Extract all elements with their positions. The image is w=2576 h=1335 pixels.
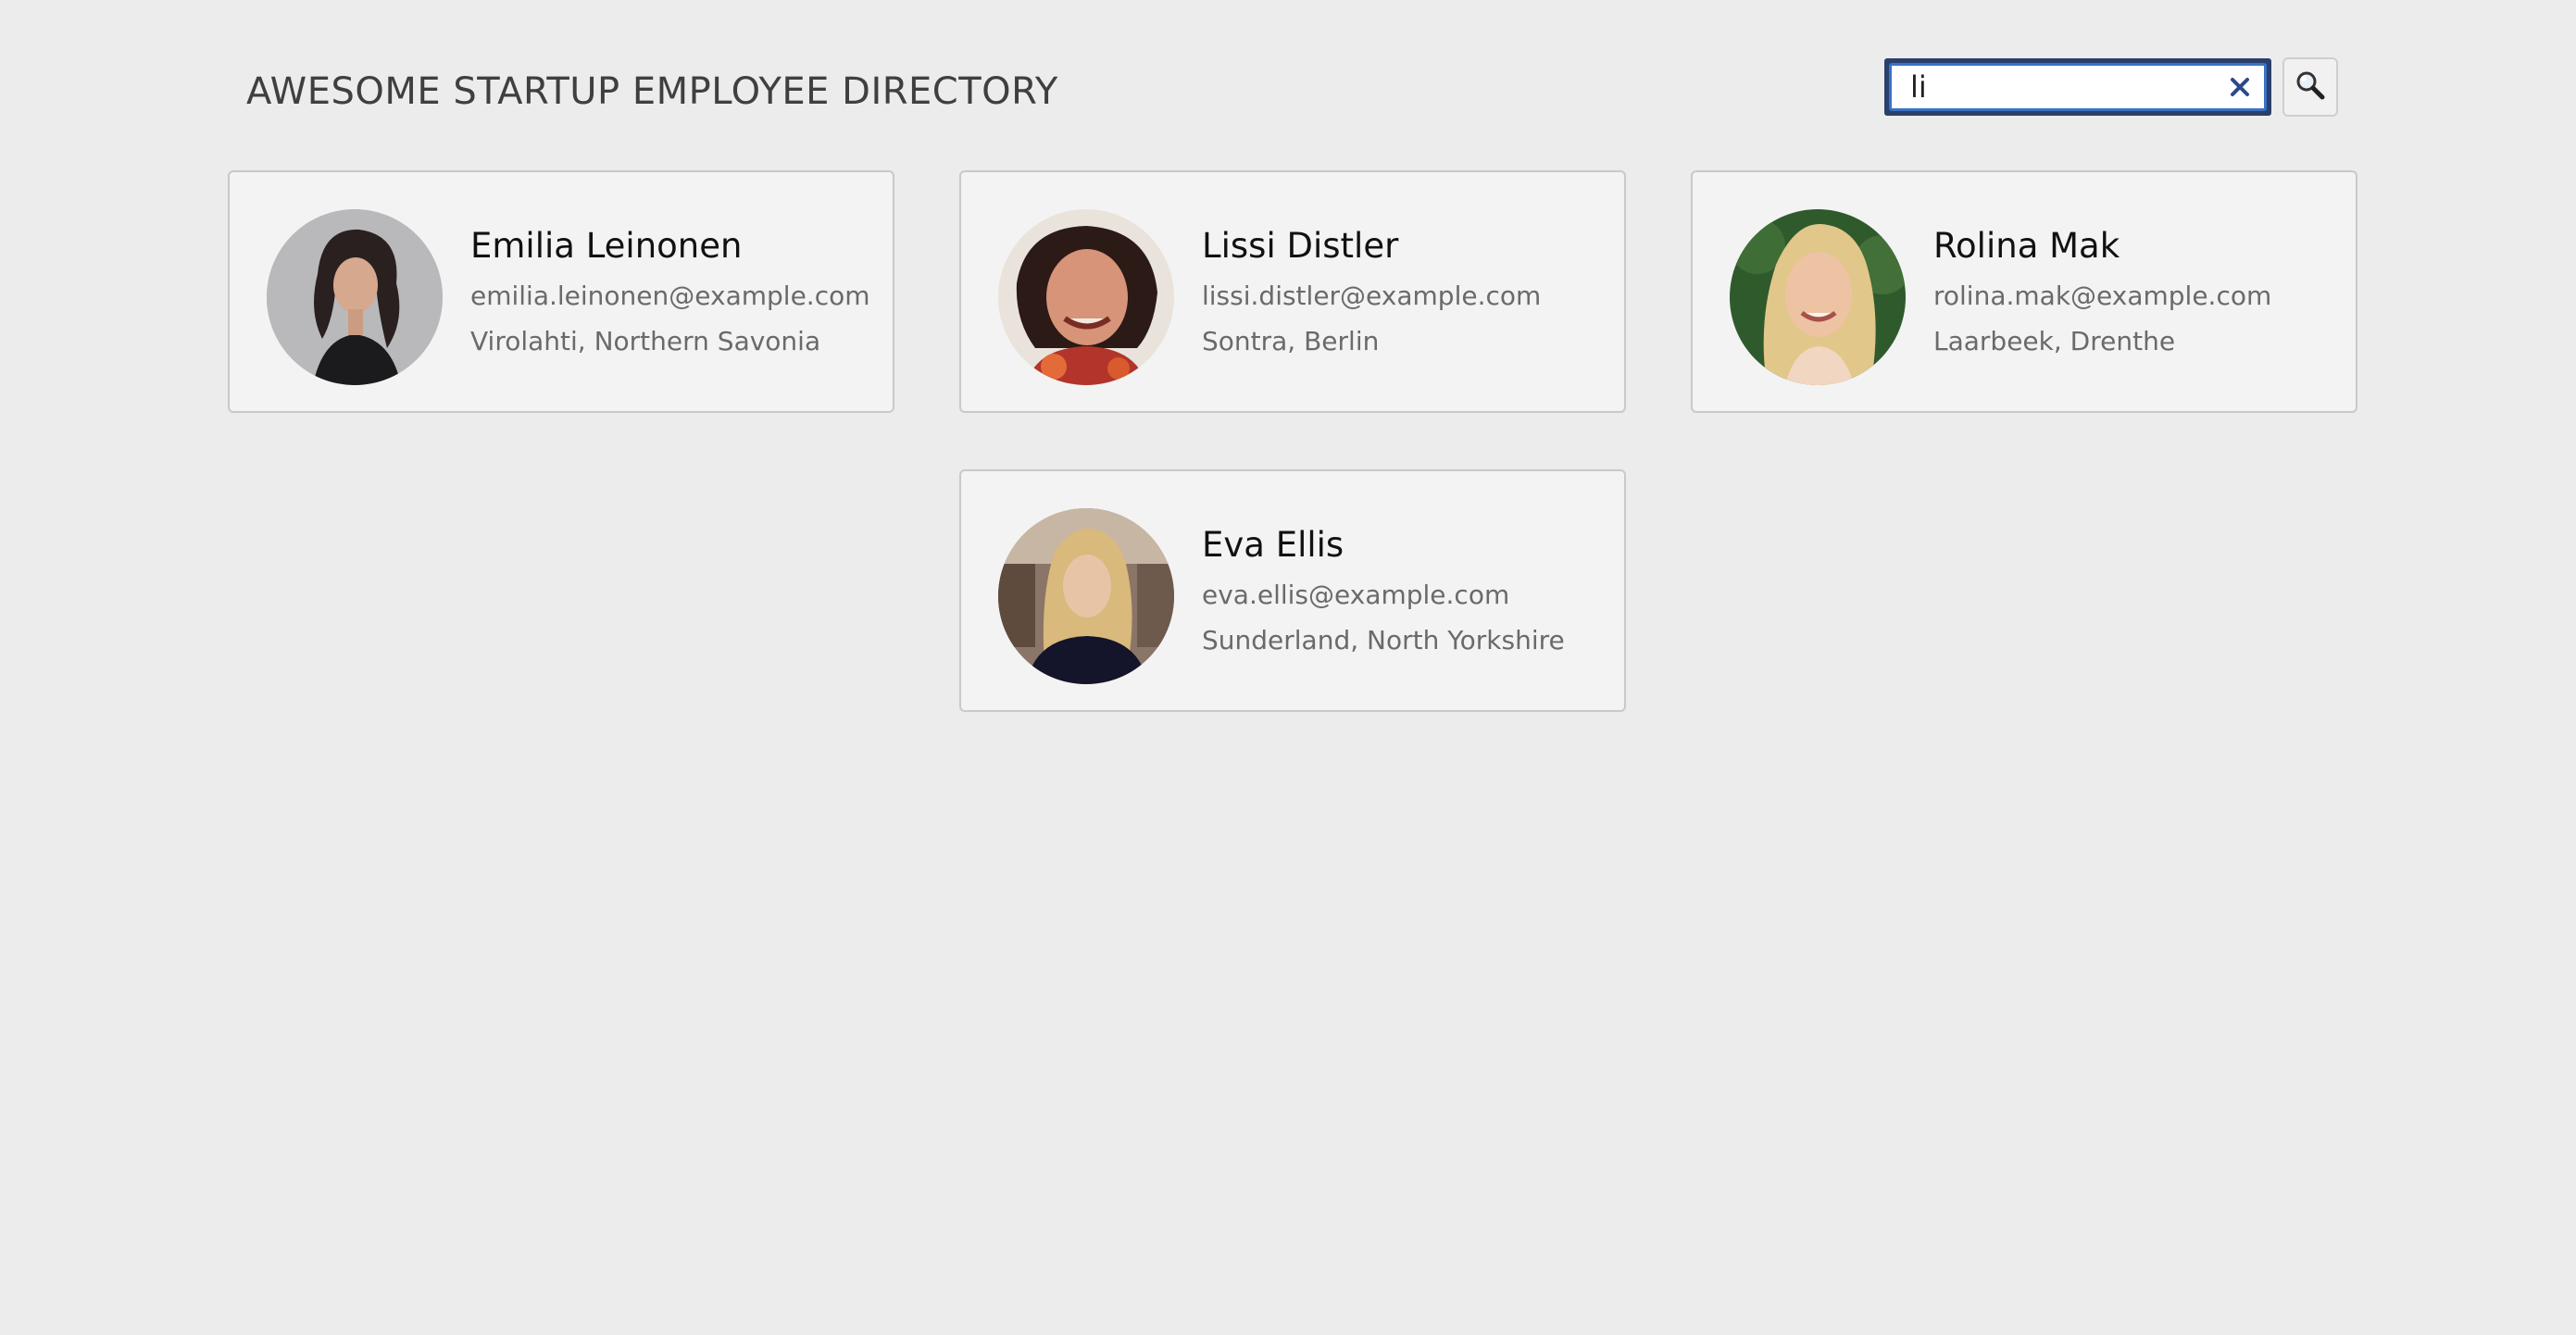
employee-info: Lissi Distler lissi.distler@example.com … xyxy=(1202,226,1615,371)
employee-location: Sunderland, North Yorkshire xyxy=(1202,625,1565,655)
employee-name: Eva Ellis xyxy=(1202,525,1344,565)
search-field xyxy=(1889,63,2267,111)
avatar xyxy=(998,209,1174,385)
employee-email: eva.ellis@example.com xyxy=(1202,580,1510,610)
close-icon[interactable] xyxy=(2216,66,2264,108)
employee-card[interactable]: Emilia Leinonen emilia.leinonen@example.… xyxy=(228,170,894,413)
employee-email: lissi.distler@example.com xyxy=(1202,281,1542,311)
employee-card[interactable]: Lissi Distler lissi.distler@example.com … xyxy=(959,170,1626,413)
employee-name: Lissi Distler xyxy=(1202,226,1399,266)
search-button[interactable] xyxy=(2282,57,2338,117)
search-input[interactable] xyxy=(1892,66,2216,108)
employee-name: Emilia Leinonen xyxy=(470,226,743,266)
page-title: AWESOME STARTUP EMPLOYEE DIRECTORY xyxy=(246,70,1058,113)
employee-email: rolina.mak@example.com xyxy=(1933,281,2272,311)
employee-location: Virolahti, Northern Savonia xyxy=(470,326,821,356)
employee-card[interactable]: Rolina Mak rolina.mak@example.com Laarbe… xyxy=(1691,170,2357,413)
employee-info: Eva Ellis eva.ellis@example.com Sunderla… xyxy=(1202,525,1615,670)
employee-card[interactable]: Eva Ellis eva.ellis@example.com Sunderla… xyxy=(959,469,1626,712)
employee-email: emilia.leinonen@example.com xyxy=(470,281,870,311)
avatar xyxy=(998,508,1174,684)
search-field-frame xyxy=(1884,58,2271,116)
employee-name: Rolina Mak xyxy=(1933,226,2120,266)
search-bar xyxy=(1884,57,2338,117)
employee-location: Laarbeek, Drenthe xyxy=(1933,326,2176,356)
employee-location: Sontra, Berlin xyxy=(1202,326,1380,356)
employee-info: Rolina Mak rolina.mak@example.com Laarbe… xyxy=(1933,226,2346,371)
search-icon xyxy=(2295,69,2326,105)
avatar xyxy=(267,209,443,385)
employee-info: Emilia Leinonen emilia.leinonen@example.… xyxy=(470,226,883,371)
avatar xyxy=(1730,209,1906,385)
